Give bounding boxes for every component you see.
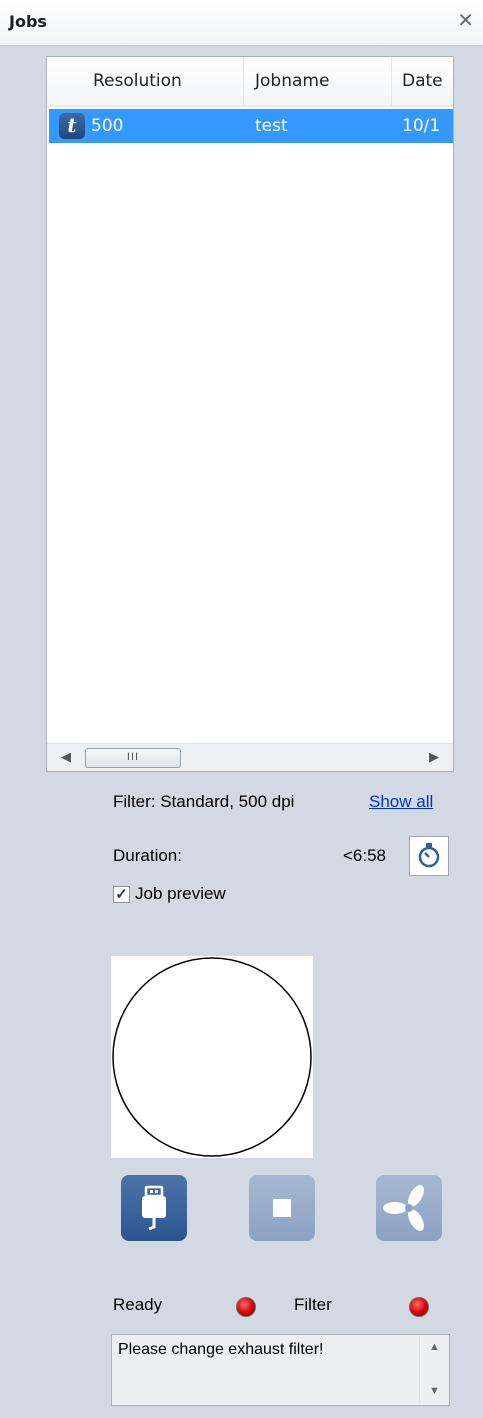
column-header-jobname[interactable]: Jobname (255, 71, 329, 91)
usb-plug-icon (142, 1185, 166, 1231)
job-preview-canvas (111, 956, 313, 1158)
scroll-left-icon[interactable]: ◀ (61, 749, 71, 765)
panel-title: Jobs (9, 12, 47, 31)
message-scrollbar[interactable]: ▲ ▼ (419, 1335, 449, 1405)
job-list[interactable]: Resolution Jobname Date t 500 test 10/1 … (46, 56, 454, 772)
duration-value: <6:58 (343, 846, 387, 865)
scroll-thumb[interactable]: III (85, 748, 181, 768)
stop-button[interactable] (249, 1175, 315, 1241)
message-box[interactable]: Please change exhaust filter! ▲ ▼ (111, 1334, 450, 1406)
ready-led-icon (236, 1297, 256, 1317)
scroll-down-icon[interactable]: ▼ (429, 1385, 440, 1397)
column-header-resolution[interactable]: Resolution (93, 71, 182, 91)
scroll-up-icon[interactable]: ▲ (429, 1341, 440, 1353)
timer-button[interactable] (409, 836, 449, 876)
message-text: Please change exhaust filter! (118, 1341, 324, 1358)
job-preview-label[interactable]: Job preview (135, 884, 226, 904)
table-row[interactable]: t 500 test 10/1 (49, 109, 453, 143)
filter-status-label: Filter (294, 1295, 332, 1314)
ready-label: Ready (113, 1295, 163, 1314)
job-list-header: Resolution Jobname Date (47, 57, 453, 107)
exhaust-fan-button[interactable] (376, 1175, 442, 1241)
row-jobname: test (255, 116, 288, 136)
job-preview-checkbox[interactable]: ✓ (113, 886, 130, 903)
filter-led-icon (409, 1297, 429, 1317)
horizontal-scrollbar[interactable]: ◀ III ▶ (47, 743, 453, 771)
panel-titlebar: Jobs ✕ (0, 0, 483, 46)
stop-icon (273, 1199, 291, 1217)
preview-circle-shape (112, 957, 312, 1157)
timer-icon (418, 843, 440, 868)
usb-connect-button[interactable] (121, 1175, 187, 1241)
fan-icon (383, 1185, 424, 1231)
row-date: 10/1 (402, 116, 441, 136)
duration-label: Duration: (113, 846, 182, 865)
job-type-icon: t (59, 113, 85, 139)
scroll-right-icon[interactable]: ▶ (429, 749, 439, 765)
row-resolution: 500 (91, 116, 124, 136)
filter-label: Filter: Standard, 500 dpi (113, 792, 295, 811)
show-all-link[interactable]: Show all (369, 792, 433, 812)
close-icon[interactable]: ✕ (457, 11, 474, 31)
column-header-date[interactable]: Date (402, 71, 443, 91)
